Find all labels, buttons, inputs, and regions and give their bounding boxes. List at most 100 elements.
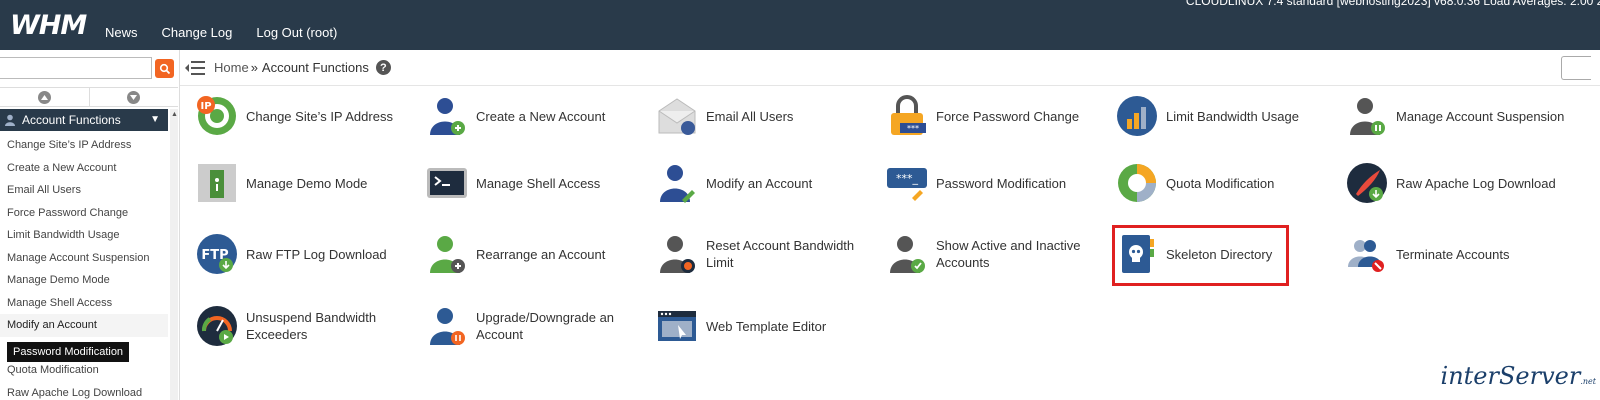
sidebar-item-account-suspension[interactable]: Manage Account Suspension (0, 247, 168, 270)
feature-label: Password Modification (936, 175, 1067, 191)
rearrange-account-icon (430, 236, 465, 273)
scroll-up-icon[interactable]: ▲ (171, 111, 178, 118)
feature-raw-ftp-log[interactable]: FTP Raw FTP Log Download (196, 229, 421, 279)
feature-label: Change Site’s IP Address (246, 108, 393, 124)
feature-password-modification[interactable]: ***_ Password Modification (886, 158, 1111, 208)
nav-logout[interactable]: Log Out (root) (256, 25, 337, 40)
search-button[interactable] (155, 59, 174, 78)
create-account-icon (430, 98, 465, 135)
top-nav: News Change Log Log Out (root) (105, 25, 337, 40)
sidebar-search (0, 57, 175, 79)
caret-down-icon[interactable]: ▼ (150, 114, 160, 125)
feature-label: Raw FTP Log Download (246, 246, 387, 262)
sidebar-item-raw-apache-log[interactable]: Raw Apache Log Download (0, 382, 168, 400)
apache-feather-icon (1347, 163, 1387, 203)
help-icon[interactable]: ? (375, 60, 391, 75)
top-bar: WHM News Change Log Log Out (root) CLOUD… (0, 0, 1600, 50)
selection-highlight (1112, 225, 1289, 286)
svg-text:***: *** (907, 124, 919, 133)
search-input[interactable] (0, 57, 152, 79)
sidebar-item-limit-bandwidth[interactable]: Limit Bandwidth Usage (0, 224, 168, 247)
right-panel-toggle[interactable] (1561, 56, 1591, 80)
nav-news[interactable]: News (105, 25, 138, 40)
ip-address-icon: IP (197, 96, 236, 135)
feature-reset-bandwidth[interactable]: Reset Account Bandwidth Limit (656, 229, 881, 279)
feature-account-suspension[interactable]: Manage Account Suspension (1346, 91, 1571, 141)
sidebar-item-email-all-users[interactable]: Email All Users (0, 179, 168, 202)
feature-label: Quota Modification (1166, 175, 1275, 191)
terminal-icon (427, 168, 467, 198)
feature-raw-apache-log[interactable]: Raw Apache Log Download (1346, 158, 1571, 208)
menu-collapse-icon[interactable] (184, 59, 206, 77)
section-header-account-functions[interactable]: Account Functions ▼ (0, 109, 168, 131)
breadcrumb: Home » Account Functions ? (214, 60, 391, 75)
quota-donut-icon (1118, 164, 1156, 202)
feature-label: Manage Account Suspension (1396, 108, 1565, 124)
ftp-icon: FTP (197, 234, 237, 274)
svg-text:***_: ***_ (896, 172, 919, 185)
feature-web-template-editor[interactable]: Web Template Editor (656, 301, 881, 351)
feature-label: Manage Demo Mode (246, 175, 368, 191)
sidebar-item-quota-modification[interactable]: Quota Modification (0, 359, 168, 382)
active-accounts-icon (890, 236, 925, 273)
search-icon (159, 63, 170, 74)
breadcrumb-home[interactable]: Home (214, 60, 249, 75)
feature-change-ip[interactable]: IP Change Site’s IP Address (196, 91, 421, 141)
collapse-controls (0, 87, 178, 107)
feature-label: Rearrange an Account (476, 246, 606, 262)
system-info: CLOUDLINUX 7.4 standard [webhosting2023]… (1185, 0, 1600, 8)
tooltip: Password Modification (7, 342, 130, 362)
section-title: Account Functions (22, 113, 121, 127)
sidebar: Account Functions ▼ Change Site’s IP Add… (0, 50, 180, 400)
collapse-up-button[interactable] (0, 88, 90, 106)
feature-label: Manage Shell Access (476, 175, 601, 191)
sidebar-item-change-ip[interactable]: Change Site’s IP Address (0, 134, 168, 157)
feature-label: Web Template Editor (706, 318, 827, 334)
feature-label: Email All Users (706, 108, 794, 124)
sidebar-item-modify-account[interactable]: Modify an Account (0, 314, 168, 337)
sidebar-item-shell-access[interactable]: Manage Shell Access (0, 292, 168, 315)
brand-suffix: .net (1580, 377, 1596, 386)
feature-terminate-accounts[interactable]: Terminate Accounts (1346, 229, 1571, 279)
interserver-logo: interServer.net (1441, 362, 1596, 390)
feature-grid: IP Change Site’s IP Address Create a New… (196, 86, 1600, 400)
feature-force-password-change[interactable]: *** Force Password Change (886, 91, 1111, 141)
feature-limit-bandwidth[interactable]: Limit Bandwidth Usage (1116, 91, 1341, 141)
collapse-down-button[interactable] (90, 88, 179, 106)
email-icon (658, 98, 696, 135)
password-icon: ***_ (887, 168, 927, 201)
lock-icon: *** (891, 95, 926, 135)
svg-text:IP: IP (200, 101, 211, 112)
reset-bandwidth-icon (660, 236, 695, 273)
sidebar-item-create-account[interactable]: Create a New Account (0, 157, 168, 180)
feature-upgrade-downgrade[interactable]: Upgrade/Downgrade an Account (426, 301, 651, 351)
feature-label: Unsuspend Bandwidth Exceeders (246, 310, 377, 342)
feature-label: Create a New Account (476, 108, 606, 124)
whm-logo[interactable]: WHM (10, 10, 87, 41)
feature-label: Upgrade/Downgrade an Account (476, 310, 615, 342)
feature-demo-mode[interactable]: Manage Demo Mode (196, 158, 421, 208)
feature-rearrange-account[interactable]: Rearrange an Account (426, 229, 651, 279)
feature-label: Terminate Accounts (1396, 246, 1510, 262)
sidebar-item-demo-mode[interactable]: Manage Demo Mode (0, 269, 168, 292)
demo-mode-icon (198, 164, 236, 202)
modify-account-icon (660, 165, 695, 203)
web-template-icon (658, 311, 696, 341)
feature-modify-account[interactable]: Modify an Account (656, 158, 881, 208)
sidebar-scrollbar[interactable]: ▲ (170, 109, 178, 400)
feature-label: Force Password Change (936, 108, 1080, 124)
breadcrumb-bar: Home » Account Functions ? (180, 50, 1600, 86)
page-title: Account Functions (261, 60, 369, 75)
feature-email-all-users[interactable]: Email All Users (656, 91, 881, 141)
feature-create-account[interactable]: Create a New Account (426, 91, 651, 141)
nav-change-log[interactable]: Change Log (162, 25, 233, 40)
terminate-accounts-icon (1348, 240, 1384, 272)
feature-quota-modification[interactable]: Quota Modification (1116, 158, 1341, 208)
gauge-icon (197, 306, 237, 346)
sidebar-item-force-password-change[interactable]: Force Password Change (0, 202, 168, 225)
feature-show-active-accounts[interactable]: Show Active and Inactive Accounts (886, 229, 1111, 279)
feature-shell-access[interactable]: Manage Shell Access (426, 158, 651, 208)
feature-label: Show Active and Inactive Accounts (936, 238, 1081, 270)
brand-name: interServer (1440, 362, 1581, 390)
feature-unsuspend-bandwidth[interactable]: Unsuspend Bandwidth Exceeders (196, 301, 421, 351)
